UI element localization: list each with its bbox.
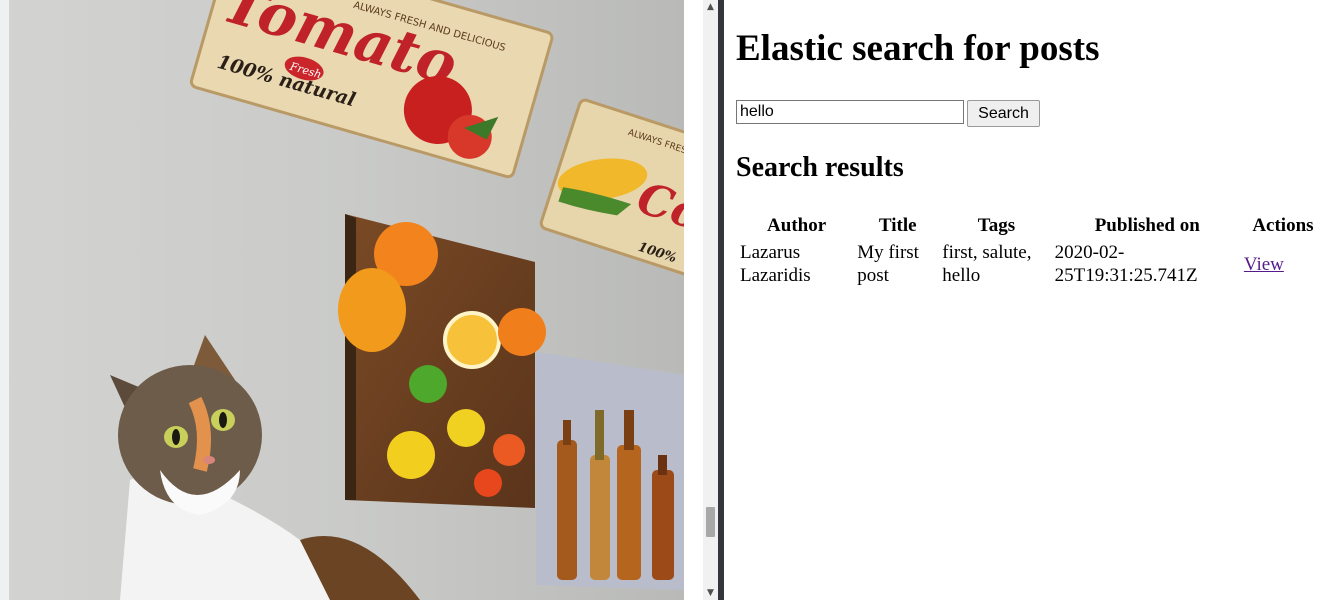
photo-pane: Tomato ALWAYS FRESH AND DELICIOUS 100% n… <box>0 0 684 600</box>
cell-actions: View <box>1243 240 1323 288</box>
scroll-up-arrow-icon[interactable]: ▲ <box>703 0 718 14</box>
column-header-author: Author <box>767 215 827 236</box>
results-table: Author Title Tags Published on Actions L… <box>737 212 1325 290</box>
photo-image: Tomato ALWAYS FRESH AND DELICIOUS 100% n… <box>0 0 684 600</box>
column-header-title: Title <box>878 215 917 236</box>
page-title: Elastic search for posts <box>736 28 1100 69</box>
search-input[interactable] <box>736 100 964 124</box>
column-header-actions: Actions <box>1252 215 1314 236</box>
cell-author: Lazarus Lazaridis <box>740 242 811 286</box>
fruit-canvas <box>338 214 546 508</box>
table-header-row: Author Title Tags Published on Actions <box>739 214 1323 238</box>
column-header-published-on: Published on <box>1094 215 1200 236</box>
vertical-scrollbar[interactable]: ▲ ▼ <box>703 0 718 600</box>
cell-published-on: 2020-02-25T19:31:25.741Z <box>1054 242 1198 286</box>
search-page: Elastic search for posts Search Search r… <box>724 0 1325 600</box>
results-heading: Search results <box>736 152 904 183</box>
photo-left-edge <box>0 0 9 600</box>
cell-title: My first post <box>857 242 919 286</box>
view-link[interactable]: View <box>1244 254 1284 275</box>
bottles-canvas <box>536 352 684 590</box>
scroll-down-arrow-icon[interactable]: ▼ <box>703 586 718 600</box>
table-row: Lazarus Lazaridis My first post first, s… <box>739 240 1323 288</box>
scroll-thumb[interactable] <box>706 507 715 537</box>
search-button[interactable]: Search <box>967 100 1040 127</box>
pane-gap <box>684 0 703 600</box>
column-header-tags: Tags <box>977 215 1016 236</box>
cell-tags: first, salute, hello <box>942 242 1032 286</box>
